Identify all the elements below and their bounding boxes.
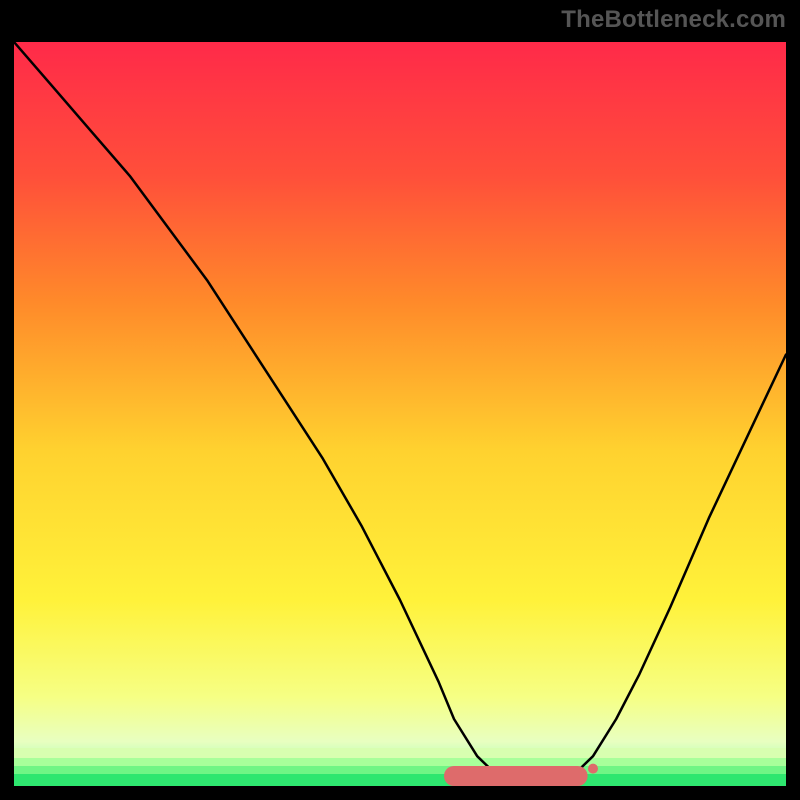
chart-container: TheBottleneck.com (0, 0, 800, 800)
gradient-background (14, 42, 786, 786)
plot-area (14, 42, 786, 786)
bottom-bands (14, 748, 786, 786)
highlight-dot (588, 764, 598, 774)
chart-svg (14, 42, 786, 786)
watermark-text: TheBottleneck.com (561, 6, 786, 34)
